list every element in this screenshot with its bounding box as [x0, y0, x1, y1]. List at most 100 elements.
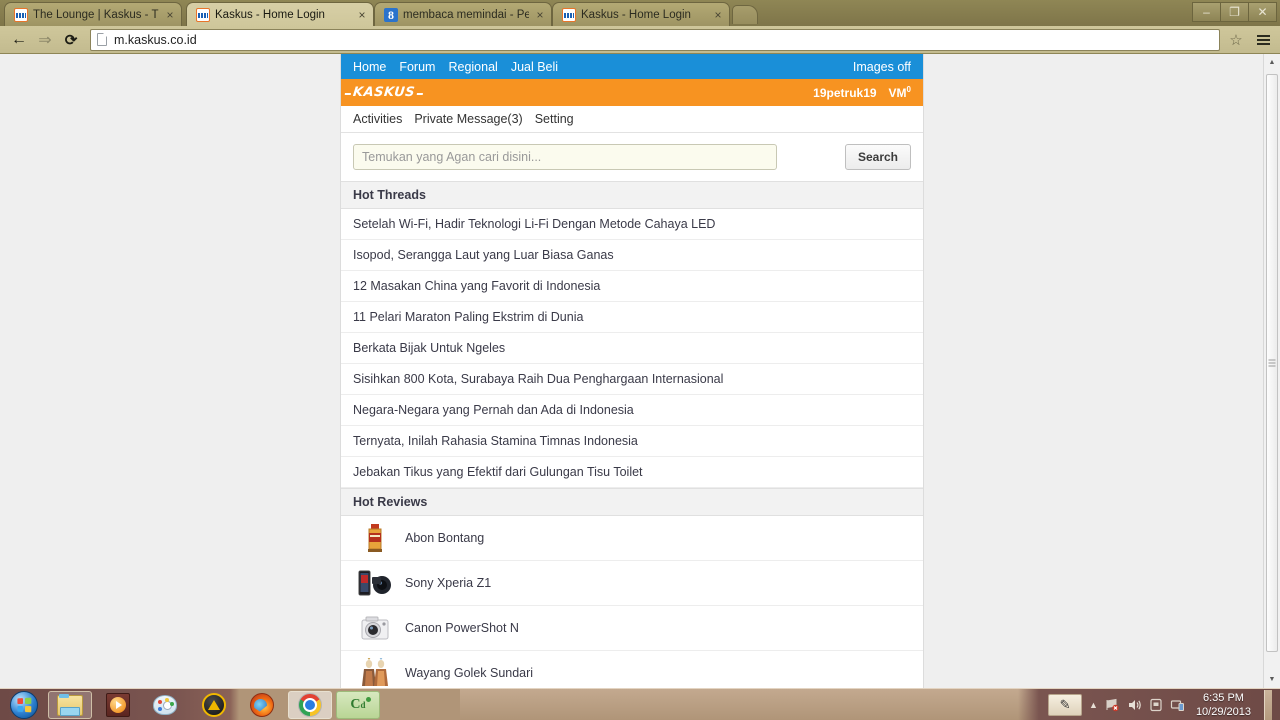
- nav-link-jual-beli[interactable]: Jual Beli: [511, 60, 558, 74]
- tab-strip: The Lounge | Kaskus - The × Kaskus - Hom…: [0, 0, 1280, 26]
- kaskus-mobile-page: Home Forum Regional Jual Beli Images off…: [340, 54, 924, 688]
- subnav-activities[interactable]: Activities: [353, 112, 402, 126]
- page-icon: [97, 33, 107, 46]
- scroll-up-arrow-icon[interactable]: ▲: [1264, 54, 1280, 71]
- paint-palette-icon: [153, 692, 179, 718]
- top-nav-links: Home Forum Regional Jual Beli: [353, 60, 558, 74]
- kaskus-icon: [562, 7, 576, 22]
- windows-taskbar: Cd ✎ ▲ 6:35 PM 10/29/2013: [0, 688, 1280, 720]
- start-button[interactable]: [4, 690, 44, 720]
- username-label[interactable]: 19petruk19: [813, 86, 876, 100]
- review-title: Sony Xperia Z1: [405, 576, 492, 590]
- url-text: m.kaskus.co.id: [114, 32, 197, 47]
- scrollbar-thumb[interactable]: [1266, 74, 1278, 652]
- vertical-scrollbar[interactable]: ▲ ▼: [1263, 54, 1280, 688]
- kaskus-icon: [14, 7, 28, 22]
- tab-close-icon[interactable]: ×: [533, 8, 547, 22]
- review-item[interactable]: Wayang Golek Sundari: [341, 651, 923, 688]
- review-item[interactable]: Abon Bontang: [341, 516, 923, 561]
- folder-icon: [57, 692, 83, 718]
- taskbar-item-windows-explorer[interactable]: [48, 690, 92, 719]
- user-area: 19petruk19 VM0: [813, 85, 911, 100]
- search-input[interactable]: Temukan yang Agan cari disini...: [353, 144, 777, 170]
- back-icon[interactable]: ←: [6, 29, 32, 51]
- camera-thumb-icon: [357, 612, 393, 644]
- subnav-setting[interactable]: Setting: [535, 112, 574, 126]
- thread-item[interactable]: Jebakan Tikus yang Efektif dari Gulungan…: [341, 457, 923, 488]
- menu-icon[interactable]: [1252, 29, 1274, 51]
- thread-item[interactable]: 11 Pelari Maraton Paling Ekstrim di Duni…: [341, 302, 923, 333]
- taskbar-item-windows-media-player[interactable]: [96, 691, 140, 719]
- images-off-toggle[interactable]: Images off: [853, 60, 911, 74]
- browser-window: The Lounge | Kaskus - The × Kaskus - Hom…: [0, 0, 1280, 688]
- taskbar-item-firefox[interactable]: [240, 691, 284, 719]
- thread-item[interactable]: Negara-Negara yang Pernah dan Ada di Ind…: [341, 395, 923, 426]
- bottle-thumb-icon: [357, 522, 393, 554]
- nav-link-regional[interactable]: Regional: [448, 60, 497, 74]
- restore-button[interactable]: ❐: [1220, 2, 1249, 22]
- vm-count: 0: [906, 85, 911, 94]
- tab-close-icon[interactable]: ×: [163, 8, 177, 22]
- start-orb-icon: [10, 690, 38, 719]
- taskbar-item-paint[interactable]: [144, 691, 188, 719]
- green-app-icon: Cd: [345, 694, 371, 716]
- thread-item[interactable]: Setelah Wi-Fi, Hadir Teknologi Li-Fi Den…: [341, 209, 923, 240]
- address-bar[interactable]: m.kaskus.co.id: [90, 28, 1220, 51]
- show-desktop-button[interactable]: [1264, 689, 1272, 720]
- taskbar-item-chemistry-app[interactable]: Cd: [336, 690, 380, 719]
- browser-tab-2[interactable]: Kaskus - Home Login ×: [186, 2, 374, 26]
- show-hidden-icons-button[interactable]: ▲: [1089, 700, 1098, 710]
- taskbar-item-aimp[interactable]: [192, 691, 236, 719]
- thread-item[interactable]: 12 Masakan China yang Favorit di Indones…: [341, 271, 923, 302]
- search-button[interactable]: Search: [845, 144, 911, 170]
- review-title: Abon Bontang: [405, 531, 485, 545]
- reload-icon[interactable]: ⟳: [58, 29, 84, 51]
- window-controls: – ❐ ✕: [1192, 2, 1277, 22]
- new-tab-button[interactable]: [732, 5, 758, 24]
- chrome-icon: [298, 692, 322, 717]
- vm-indicator[interactable]: VM0: [889, 85, 911, 100]
- action-center-flag-icon[interactable]: [1149, 698, 1163, 712]
- puppet-thumb-icon: [357, 657, 393, 688]
- thread-item[interactable]: Sisihkan 800 Kota, Surabaya Raih Dua Pen…: [341, 364, 923, 395]
- display-icon[interactable]: [1170, 698, 1185, 712]
- search-row: Temukan yang Agan cari disini... Search: [341, 133, 923, 181]
- browser-tab-1[interactable]: The Lounge | Kaskus - The ×: [4, 2, 182, 26]
- eight-icon: 8: [384, 7, 398, 22]
- taskbar-item-google-chrome[interactable]: [288, 690, 332, 719]
- kaskus-logo[interactable]: KASKUS: [352, 85, 416, 100]
- subnav-private-message[interactable]: Private Message(3): [414, 112, 522, 126]
- scrollbar-grip-icon: [1268, 359, 1276, 367]
- network-icon[interactable]: [1105, 698, 1120, 712]
- thread-item[interactable]: Berkata Bijak Untuk Ngeles: [341, 333, 923, 364]
- phone-camera-thumb-icon: [357, 567, 393, 599]
- sub-navigation: Activities Private Message(3) Setting: [341, 106, 923, 133]
- kaskus-icon: [196, 7, 210, 22]
- scroll-down-arrow-icon[interactable]: ▼: [1264, 671, 1280, 688]
- tab-title: The Lounge | Kaskus - The: [33, 8, 159, 21]
- tablet-pen-icon[interactable]: ✎: [1048, 693, 1083, 716]
- tab-title: membaca memindai - Pe: [403, 8, 529, 21]
- clock-date: 10/29/2013: [1195, 705, 1251, 718]
- review-item[interactable]: Canon PowerShot N: [341, 606, 923, 651]
- browser-tab-3[interactable]: 8 membaca memindai - Pe ×: [374, 2, 552, 26]
- nav-link-forum[interactable]: Forum: [399, 60, 435, 74]
- nav-link-home[interactable]: Home: [353, 60, 386, 74]
- close-button[interactable]: ✕: [1248, 2, 1277, 22]
- hot-reviews-heading: Hot Reviews: [341, 488, 923, 516]
- review-title: Canon PowerShot N: [405, 621, 519, 635]
- minimize-button[interactable]: –: [1192, 2, 1221, 22]
- thread-item[interactable]: Isopod, Serangga Laut yang Luar Biasa Ga…: [341, 240, 923, 271]
- tab-close-icon[interactable]: ×: [711, 8, 725, 22]
- review-item[interactable]: Sony Xperia Z1: [341, 561, 923, 606]
- hot-reviews-list: Abon Bontang Sony Xperia Z1 Canon PowerS…: [341, 516, 923, 688]
- bookmark-star-icon[interactable]: ☆: [1222, 29, 1250, 51]
- thread-item[interactable]: Ternyata, Inilah Rahasia Stamina Timnas …: [341, 426, 923, 457]
- forward-icon[interactable]: ⇒: [32, 29, 58, 51]
- taskbar-clock[interactable]: 6:35 PM 10/29/2013: [1196, 691, 1251, 719]
- browser-tab-4[interactable]: Kaskus - Home Login ×: [552, 2, 730, 26]
- volume-icon[interactable]: [1127, 698, 1142, 712]
- aimp-icon: [202, 692, 226, 717]
- firefox-icon: [250, 692, 274, 717]
- tab-close-icon[interactable]: ×: [355, 8, 369, 22]
